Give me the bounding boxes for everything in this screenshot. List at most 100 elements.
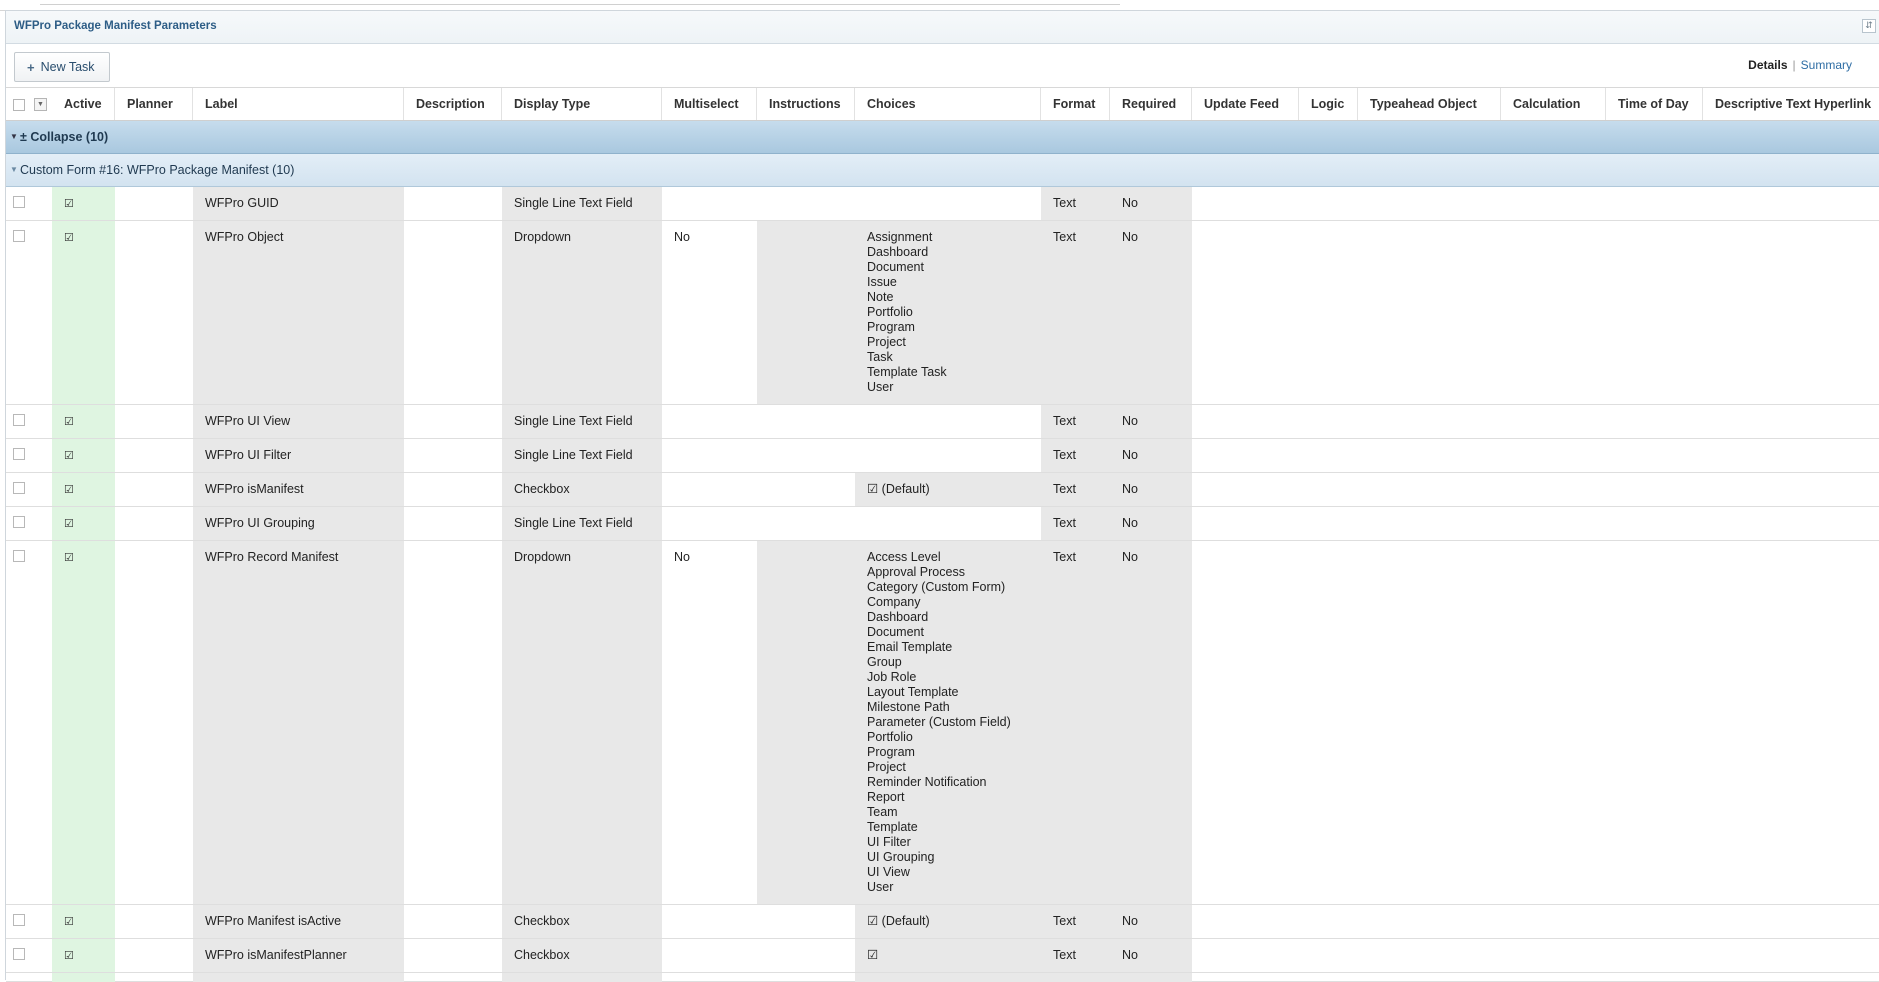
planner-cell <box>115 439 193 472</box>
select-menu-dropdown-icon[interactable]: ▼ <box>34 98 47 111</box>
active-check-icon: ☑ <box>64 198 74 210</box>
display-type-cell: Single Line Text Field <box>502 507 662 540</box>
row-select-checkbox[interactable] <box>13 550 25 562</box>
choice-item: User <box>867 380 894 394</box>
choice-item: Approval Process <box>867 565 965 579</box>
collapse-panel-icon[interactable]: ⇵ <box>1862 19 1876 33</box>
column-header-instructions[interactable]: Instructions <box>757 88 855 120</box>
row-select-checkbox[interactable] <box>13 914 25 926</box>
column-header-planner[interactable]: Planner <box>115 88 193 120</box>
summary-view-link[interactable]: Summary <box>1801 58 1852 72</box>
row-select-checkbox[interactable] <box>13 196 25 208</box>
view-toggle: Details | Summary <box>1748 58 1852 72</box>
column-header-multiselect[interactable]: Multiselect <box>662 88 757 120</box>
active-check-icon: ☑ <box>64 552 74 564</box>
column-header-time-of-day[interactable]: Time of Day <box>1606 88 1703 120</box>
choice-item: UI View <box>867 865 910 879</box>
custom-form-group[interactable]: ▼ Custom Form #16: WFPro Package Manifes… <box>6 154 1879 187</box>
choice-item: User <box>867 880 894 894</box>
column-header-logic[interactable]: Logic <box>1299 88 1358 120</box>
choice-item: Job Role <box>867 670 917 684</box>
row-select-checkbox[interactable] <box>13 948 25 960</box>
choice-item: UI Filter <box>867 835 911 849</box>
row-select-checkbox[interactable] <box>13 516 25 528</box>
manifest-panel: WFPro Package Manifest Parameters ⇵ + Ne… <box>5 10 1879 982</box>
required-cell: No <box>1110 187 1192 220</box>
choice-item: Project <box>867 335 906 349</box>
format-cell: Text <box>1041 939 1110 972</box>
label-cell: WFPro Manifest isActive <box>193 905 404 938</box>
table-row[interactable]: ☑ WFPro isManifest Checkbox ☑ (Default) Text… <box>6 473 1879 507</box>
row-select-checkbox[interactable] <box>13 414 25 426</box>
instructions-cell <box>757 973 855 982</box>
required-cell: No <box>1110 507 1192 540</box>
row-select-checkbox[interactable] <box>13 230 25 242</box>
instructions-cell <box>757 221 855 404</box>
description-cell <box>404 939 502 972</box>
table-row[interactable]: ☑ WFPro UI Grouping Single Line Text Field… <box>6 507 1879 541</box>
active-check-icon: ☑ <box>64 232 74 244</box>
multiselect-cell <box>662 405 757 438</box>
row-select-checkbox[interactable] <box>13 448 25 460</box>
active-cell: ☑ <box>52 405 115 438</box>
choice-item: Document <box>867 625 924 639</box>
choices-cell <box>855 439 1041 472</box>
table-row[interactable]: ☑ WFPro UI Filter Single Line Text Field Te… <box>6 439 1879 473</box>
multiselect-cell: No <box>674 550 690 564</box>
column-header-description[interactable]: Description <box>404 88 502 120</box>
format-cell <box>1041 973 1110 982</box>
choice-item: Team <box>867 805 898 819</box>
choice-item: Group <box>867 655 902 669</box>
column-header-display-type[interactable]: Display Type <box>502 88 662 120</box>
active-cell: ☑ <box>52 507 115 540</box>
column-header-typeahead-object[interactable]: Typeahead Object <box>1358 88 1501 120</box>
column-header-descriptive-text-hyperlink[interactable]: Descriptive Text Hyperlink <box>1703 88 1879 120</box>
table-row[interactable]: ☑ WFPro isManifestPlanner Checkbox ☑ Text No <box>6 939 1879 973</box>
planner-cell <box>115 507 193 540</box>
column-header-choices[interactable]: Choices <box>855 88 1041 120</box>
multiselect-cell <box>662 507 757 540</box>
panel-titlebar: WFPro Package Manifest Parameters ⇵ <box>6 11 1879 44</box>
column-header-required[interactable]: Required <box>1110 88 1192 120</box>
triangle-down-icon: ▼ <box>10 165 18 174</box>
choices-cell <box>855 973 1041 982</box>
table-row[interactable]: ☑ WFPro Manifest isActive Checkbox ☑ (Defau… <box>6 905 1879 939</box>
table-row[interactable]: ☑ WFPro UI View Single Line Text Field Text… <box>6 405 1879 439</box>
table-row[interactable]: ☑ WFPro Object Dropdown No Assignment Dashboa… <box>6 221 1879 405</box>
row-select-checkbox[interactable] <box>13 482 25 494</box>
display-type-cell: Checkbox <box>502 905 662 938</box>
multiselect-cell <box>662 905 757 938</box>
select-all-checkbox[interactable] <box>13 99 25 111</box>
choice-item: Dashboard <box>867 610 929 624</box>
multiselect-cell <box>662 939 757 972</box>
column-header-format[interactable]: Format <box>1041 88 1110 120</box>
format-cell: Text <box>1041 187 1110 220</box>
choice-item: Program <box>867 745 915 759</box>
column-header-calculation[interactable]: Calculation <box>1501 88 1606 120</box>
active-check-icon: ☑ <box>64 416 74 428</box>
display-type-cell: Dropdown <box>502 541 662 904</box>
table-row[interactable] <box>6 973 1879 982</box>
required-cell: No <box>1110 939 1192 972</box>
table-row[interactable]: ☑ WFPro Record Manifest Dropdown No Access L… <box>6 541 1879 905</box>
required-cell: No <box>1110 221 1192 404</box>
choices-cell <box>855 187 1041 220</box>
active-cell: ☑ <box>52 187 115 220</box>
details-view-tab[interactable]: Details <box>1748 58 1787 72</box>
active-check-icon: ☑ <box>64 484 74 496</box>
new-task-button[interactable]: + New Task <box>14 52 110 82</box>
instructions-cell <box>757 507 855 540</box>
required-cell <box>1110 973 1192 982</box>
triangle-down-icon: ▼ <box>10 132 18 141</box>
column-header-update-feed[interactable]: Update Feed <box>1192 88 1299 120</box>
column-header-active[interactable]: Active <box>52 88 115 120</box>
label-cell <box>193 973 404 982</box>
required-cell: No <box>1110 439 1192 472</box>
column-header-label[interactable]: Label <box>193 88 404 120</box>
format-cell: Text <box>1041 473 1110 506</box>
active-cell: ☑ <box>52 905 115 938</box>
collapse-all-group[interactable]: ▼ ± Collapse (10) <box>6 121 1879 154</box>
format-cell: Text <box>1041 507 1110 540</box>
description-cell <box>404 405 502 438</box>
table-row[interactable]: ☑ WFPro GUID Single Line Text Field Text No <box>6 187 1879 221</box>
